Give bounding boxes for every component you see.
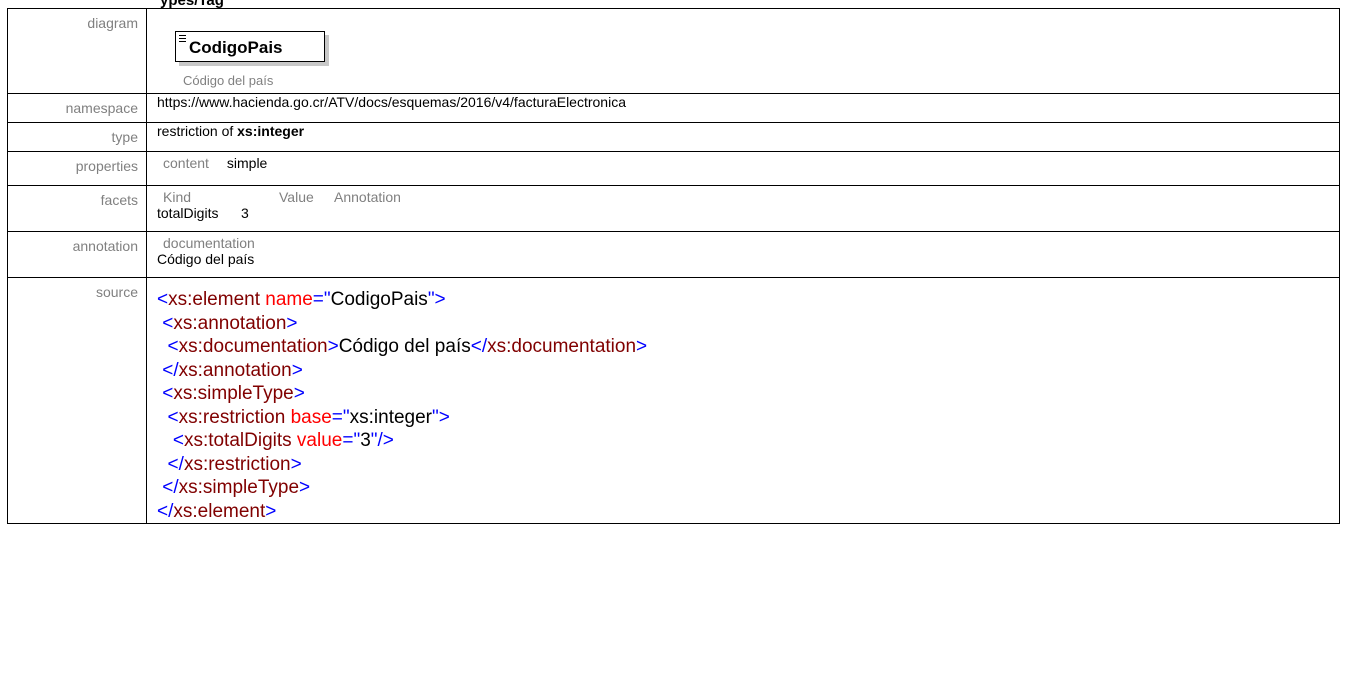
facets-label: facets <box>7 185 147 232</box>
source-token-tag: > <box>286 312 298 334</box>
source-line: <xs:simpleType> <box>157 382 1339 406</box>
source-token-text: xs:integer <box>349 406 432 428</box>
source-line: </xs:annotation> <box>157 359 1339 383</box>
source-line: <xs:documentation>Código del país</xs:do… <box>157 335 1339 359</box>
source-token-attr: name <box>265 289 313 310</box>
source-token-tag: < <box>157 312 174 334</box>
source-token-tag: > <box>293 383 305 404</box>
namespace-value: https://www.hacienda.go.cr/ATV/docs/esqu… <box>146 93 1340 123</box>
source-token-tag: =" <box>342 430 361 451</box>
source-token-tag: </ <box>157 359 179 381</box>
source-token-name: xs:documentation <box>178 336 328 357</box>
source-token-name: xs:documentation <box>487 336 637 357</box>
facets-kind: totalDigits <box>157 205 219 221</box>
source-line: <xs:restriction base="xs:integer"> <box>157 406 1339 430</box>
source-token-name: xs:annotation <box>173 312 287 334</box>
source-token-tag: </ <box>157 453 184 475</box>
source-token-tag: > <box>299 477 311 498</box>
facets-row-values: totalDigits 3 <box>157 205 1339 221</box>
type-value: restriction of xs:integer <box>146 122 1340 152</box>
source-token-name: xs:simpleType <box>178 477 300 498</box>
source-cell: <xs:element name="CodigoPais"> <xs:annot… <box>146 277 1340 524</box>
properties-row: properties content simple <box>7 151 1340 186</box>
annotation-key: documentation <box>163 235 255 251</box>
facets-header: Kind Value Annotation <box>157 186 1339 205</box>
annotation-label: annotation <box>7 231 147 278</box>
source-code: <xs:element name="CodigoPais"> <xs:annot… <box>157 278 1339 523</box>
source-token-tag: </ <box>157 500 174 522</box>
source-token-attr: base <box>290 406 332 428</box>
source-line: </xs:element> <box>157 500 1339 524</box>
properties-value: content simple <box>146 151 1340 186</box>
diagram-label: diagram <box>7 8 147 94</box>
namespace-row: namespace https://www.hacienda.go.cr/ATV… <box>7 93 1340 123</box>
source-token-name: xs:totalDigits <box>183 430 292 451</box>
element-doc-table: diagram CodigoPais Código del país names… <box>7 8 1340 524</box>
source-token-tag: < <box>157 383 174 404</box>
source-token-tag: "> <box>427 289 446 310</box>
source-row: source <xs:element name="CodigoPais"> <x… <box>7 277 1340 524</box>
type-prefix: restriction of <box>157 123 238 139</box>
page-heading: ypes/Tag <box>160 0 224 9</box>
source-token-tag: < <box>157 406 179 428</box>
source-token-tag: </ <box>470 336 488 357</box>
source-token-tag: =" <box>331 406 350 428</box>
source-token-name: xs:annotation <box>178 359 292 381</box>
element-lines-icon <box>179 35 186 44</box>
element-diagram: CodigoPais Código del país <box>157 9 1339 93</box>
source-token-tag: > <box>265 500 277 522</box>
source-token-tag: > <box>290 453 302 475</box>
element-name: CodigoPais <box>189 38 283 57</box>
properties-value-text: simple <box>226 155 268 171</box>
source-token-tag: > <box>291 359 303 381</box>
properties-key: content <box>163 155 209 171</box>
namespace-label: namespace <box>7 93 147 123</box>
properties-content: content simple <box>157 152 1339 171</box>
source-token-tag: </ <box>157 477 179 498</box>
source-line: <xs:element name="CodigoPais"> <box>157 288 1339 312</box>
annotation-text: Código del país <box>157 251 255 267</box>
annotation-value: documentation Código del país <box>146 231 1340 278</box>
source-line: <xs:totalDigits value="3"/> <box>157 429 1339 453</box>
facets-header-value: Value <box>279 189 314 205</box>
source-line: </xs:restriction> <box>157 453 1339 477</box>
element-box[interactable]: CodigoPais <box>175 31 329 66</box>
source-token-name: xs:element <box>173 500 266 522</box>
type-base[interactable]: xs:integer <box>237 123 304 139</box>
diagram-row: diagram CodigoPais Código del país <box>7 8 1340 94</box>
source-label: source <box>7 277 147 524</box>
source-token-text: 3 <box>360 430 371 451</box>
source-line: <xs:annotation> <box>157 312 1339 336</box>
source-token-name: xs:element <box>168 289 260 310</box>
properties-label: properties <box>7 151 147 186</box>
source-token-name: xs:restriction <box>178 406 286 428</box>
source-token-tag: "> <box>432 406 450 428</box>
source-token-attr: value <box>296 430 343 451</box>
facets-header-kind: Kind <box>163 189 192 205</box>
diagram-cell: CodigoPais Código del país <box>146 8 1340 94</box>
element-documentation: Código del país <box>183 73 274 88</box>
source-token-tag: > <box>636 336 648 357</box>
source-token-tag: > <box>327 336 339 357</box>
facets-header-annotation: Annotation <box>334 189 401 205</box>
type-row: type restriction of xs:integer <box>7 122 1340 152</box>
source-token-text: Código del país <box>338 336 471 357</box>
annotation-row: annotation documentation Código del país <box>7 231 1340 278</box>
facets-value-text: 3 <box>241 205 249 221</box>
facets-value: Kind Value Annotation totalDigits 3 <box>146 185 1340 232</box>
facets-row: facets Kind Value Annotation totalDigits 3 <box>7 185 1340 232</box>
source-token-name: xs:restriction <box>183 453 291 475</box>
source-token-tag: < <box>157 289 169 310</box>
source-token-tag: < <box>157 336 179 357</box>
type-label: type <box>7 122 147 152</box>
source-token-tag: < <box>157 430 184 451</box>
source-token-name: xs:simpleType <box>173 383 294 404</box>
element-box-frame: CodigoPais <box>175 31 325 62</box>
source-token-text: CodigoPais <box>330 289 428 310</box>
source-token-tag: "/> <box>370 430 394 451</box>
source-line: </xs:simpleType> <box>157 476 1339 500</box>
source-token-tag: =" <box>312 289 331 310</box>
